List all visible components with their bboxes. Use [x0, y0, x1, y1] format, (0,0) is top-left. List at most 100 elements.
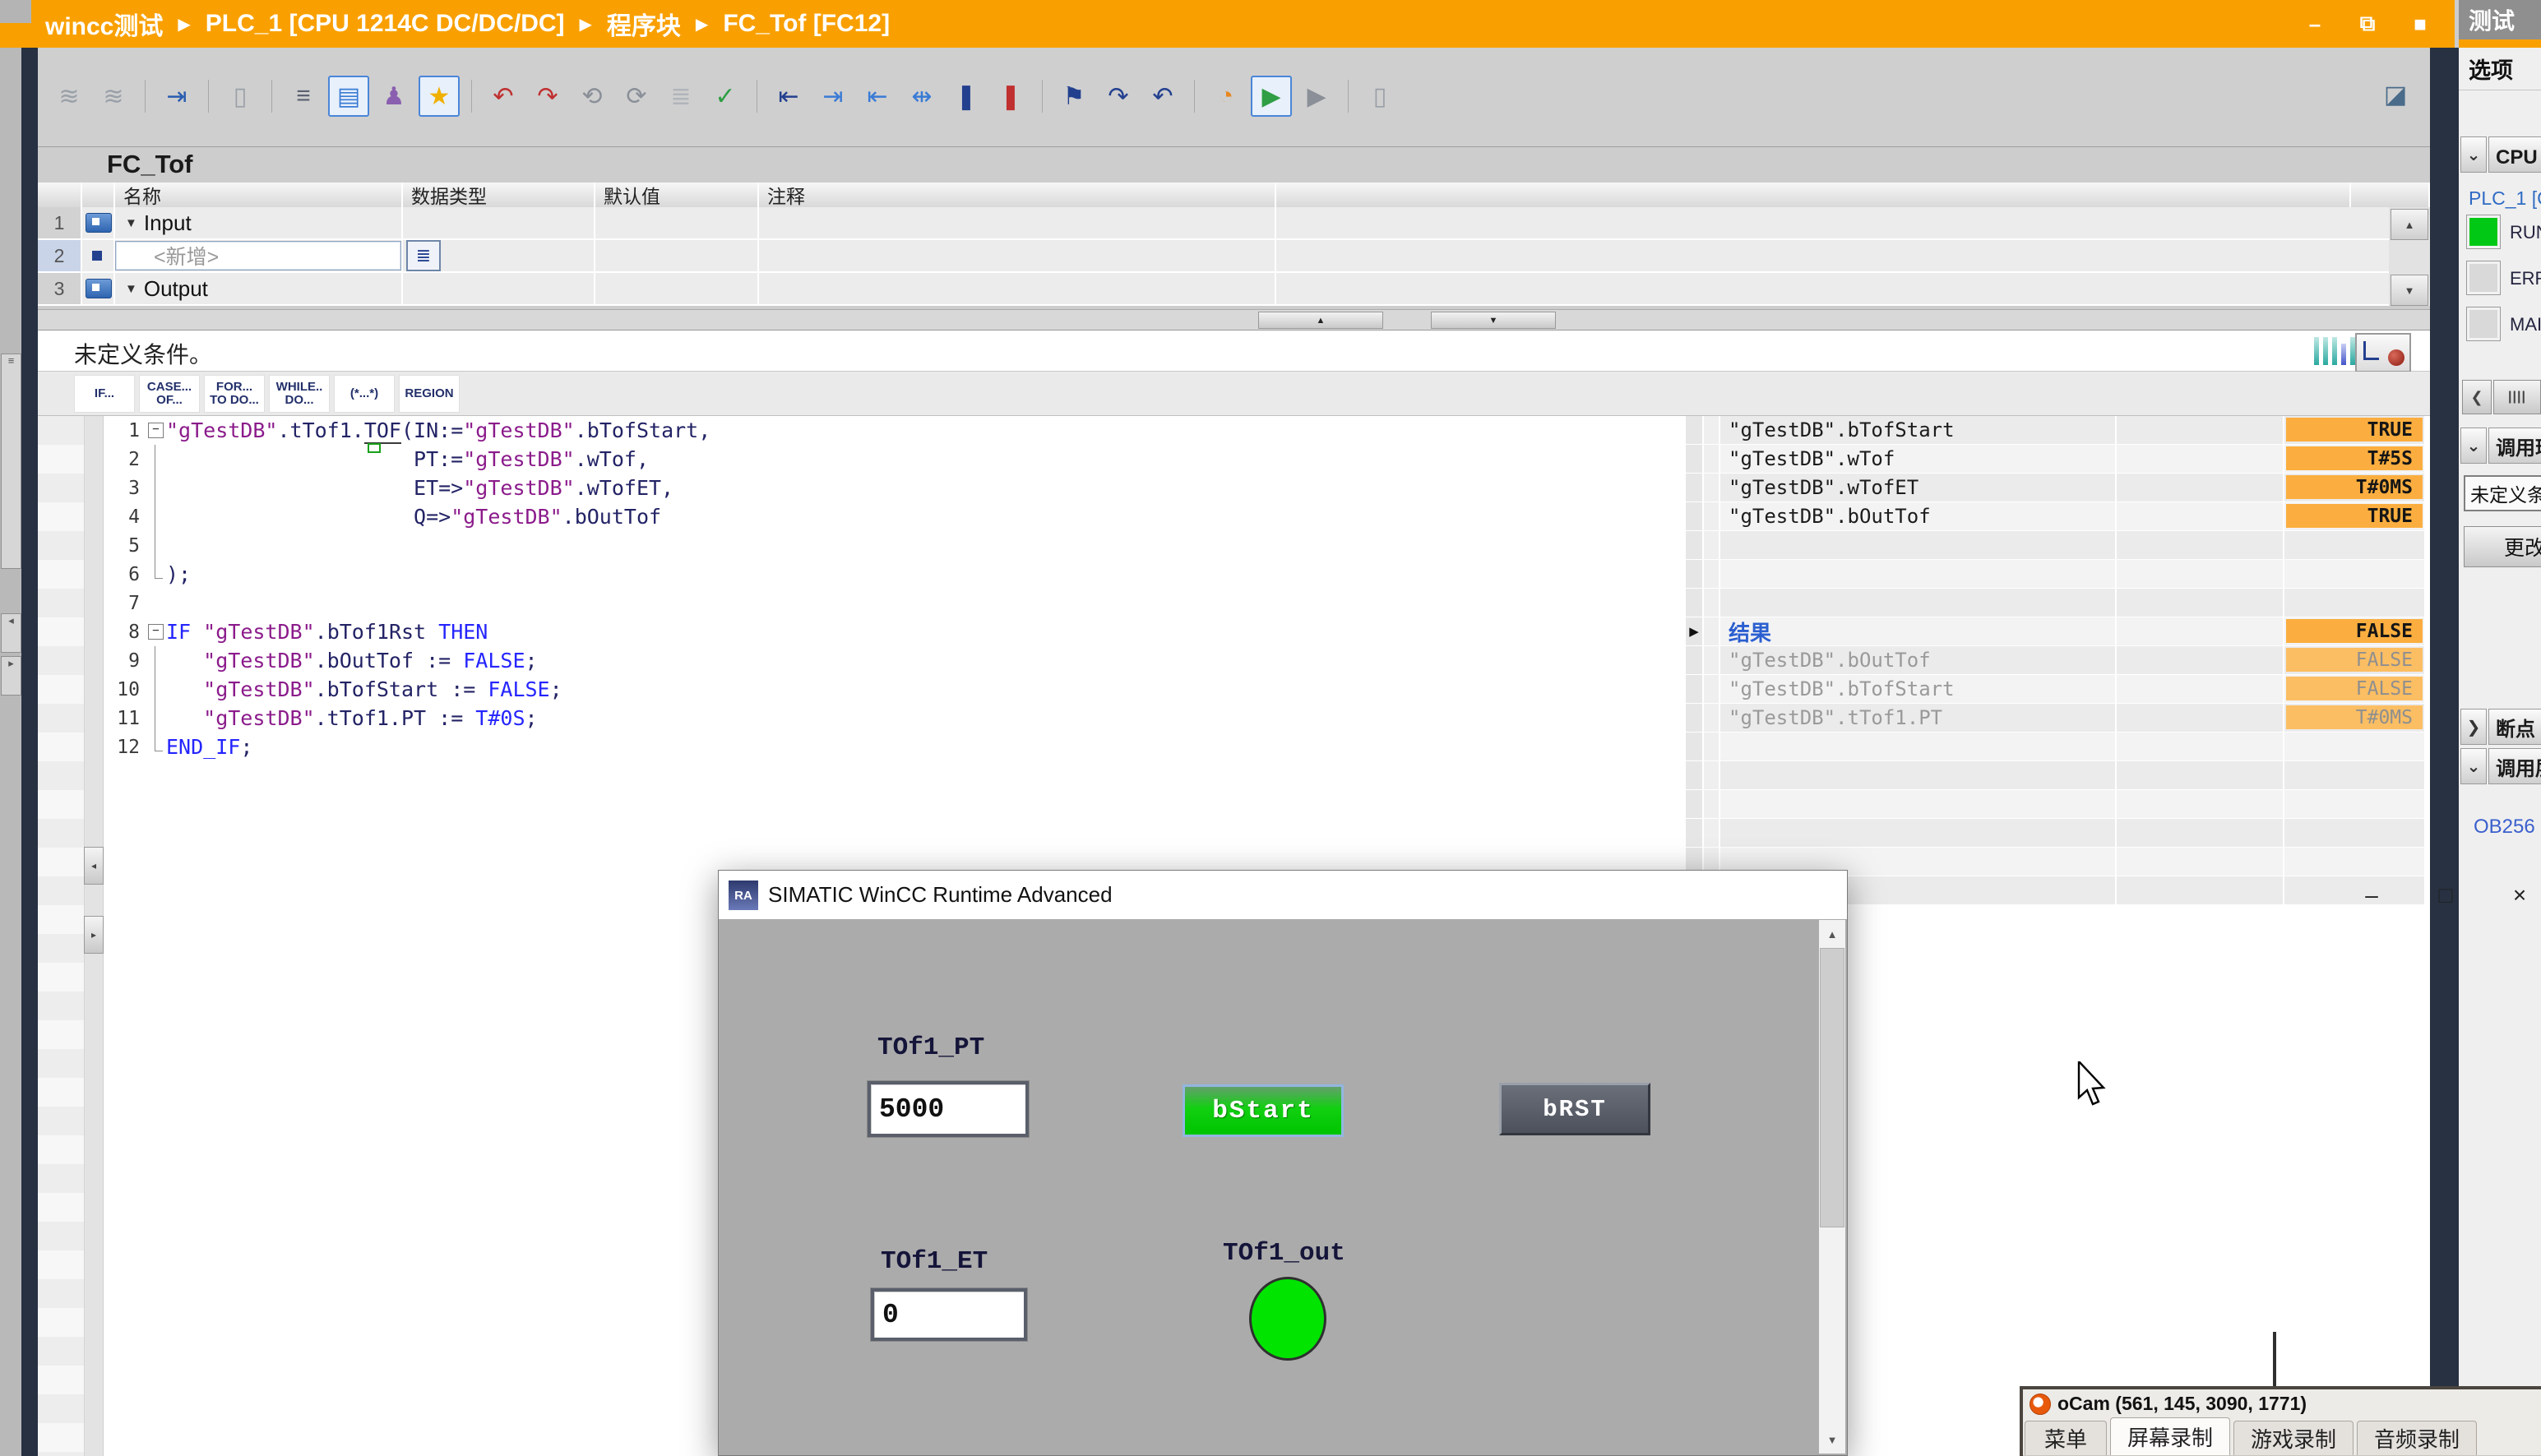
prev-bookmark-icon[interactable]: ↶ [1143, 76, 1183, 116]
wincc-close-button[interactable]: × [2491, 871, 2541, 919]
watch-row[interactable] [1686, 761, 2426, 790]
name-cell[interactable]: <新增> [115, 240, 403, 271]
watch-row[interactable]: "gTestDB".bTofStartFALSE [1686, 675, 2426, 704]
table-row[interactable]: 1▼Input [38, 207, 2430, 240]
left-rail-tab[interactable]: ≡ [1, 354, 21, 569]
tof1-et-input[interactable]: 0 [871, 1288, 1027, 1341]
breadcrumb-item[interactable]: 程序块 [607, 6, 681, 42]
snippet-button[interactable]: IF... [74, 375, 135, 413]
table-row[interactable]: 2<新增>≣ [38, 240, 2430, 273]
breadcrumb-item[interactable]: FC_Tof [FC12] [723, 10, 890, 38]
watch-row[interactable] [1686, 733, 2426, 761]
absolute-operands-icon[interactable]: ❚ [947, 76, 986, 116]
code-line[interactable]: 9 "gTestDB".bOutTof := FALSE; [104, 646, 1715, 675]
expand-arrow-icon[interactable]: ▼ [125, 216, 137, 230]
watch-row[interactable]: "gTestDB".bTofStartTRUE [1686, 416, 2426, 445]
unindent-icon[interactable]: ⇤ [858, 76, 897, 116]
scroll-down-button[interactable]: ▼ [2391, 275, 2428, 306]
snippet-button[interactable]: REGION [399, 375, 460, 413]
watch-row[interactable] [1686, 819, 2426, 848]
watch-row[interactable] [1686, 531, 2426, 560]
maximize-button[interactable]: ■ [2408, 12, 2432, 37]
watch-row[interactable]: "gTestDB".tTof1.PTT#0MS [1686, 704, 2426, 733]
panel-collapse-button[interactable]: ❮ [2462, 380, 2492, 414]
keep-actual-values-icon[interactable]: ⇥ [157, 76, 197, 116]
change-button[interactable]: 更改 [2464, 526, 2541, 567]
snippet-button[interactable]: WHILE.. DO... [269, 375, 330, 413]
insert-segment-alt-icon[interactable]: ≋ [94, 76, 133, 116]
watch-row[interactable]: "gTestDB".bOutTofFALSE [1686, 646, 2426, 675]
wincc-title-bar[interactable]: RA SIMATIC WinCC Runtime Advanced – □ × [719, 871, 1847, 920]
code-line[interactable]: 12END_IF; [104, 733, 1715, 761]
go-online-compare-icon[interactable]: ◔ [1206, 76, 1246, 116]
call-environment-section-header[interactable]: ⌄ 调用环境 [2460, 428, 2541, 464]
user-administration-icon[interactable]: ♟ [374, 76, 414, 116]
code-line[interactable]: 11 "gTestDB".tTof1.PT := T#0S; [104, 704, 1715, 733]
monitoring-on-icon[interactable]: ▶ [1251, 76, 1292, 117]
bstart-button[interactable]: bStart [1183, 1084, 1344, 1137]
reject-icon[interactable]: ↷ [528, 76, 567, 116]
left-rail-collapse[interactable]: ◂ [1, 613, 21, 653]
code-line[interactable]: 4 Q=>"gTestDB".bOutTof [104, 502, 1715, 531]
upload-icon[interactable]: ⟲ [572, 76, 612, 116]
name-cell[interactable]: ▼Input [115, 207, 403, 238]
table-row[interactable]: 3▼Output [38, 273, 2430, 306]
new-variable-input[interactable]: <新增> [115, 241, 401, 270]
watch-row[interactable] [1686, 560, 2426, 589]
datatype-picker-button[interactable]: ≣ [406, 240, 441, 271]
ocam-tab[interactable]: 游戏录制 [2233, 1421, 2354, 1455]
default-value-cell[interactable] [595, 273, 759, 304]
default-value-cell[interactable] [595, 240, 759, 271]
column-header[interactable]: 数据类型 [403, 183, 595, 207]
comment-cell[interactable] [759, 207, 1276, 238]
ocam-tab[interactable]: 菜单 [2025, 1421, 2107, 1455]
left-rail-expand[interactable]: ▸ [1, 656, 21, 696]
column-header[interactable]: 默认值 [595, 183, 759, 207]
code-line[interactable]: 5 [104, 531, 1715, 560]
scroll-down-button[interactable]: ▼ [1819, 1426, 1845, 1454]
wincc-maximize-button[interactable]: □ [2417, 871, 2474, 919]
gutter-splitter[interactable]: ◂ ▸ [85, 416, 104, 1456]
comment-toggle-icon[interactable]: ❚ [991, 76, 1030, 116]
indent-icon[interactable]: ⇥ [813, 76, 853, 116]
watch-row[interactable]: ▶结果FALSE [1686, 617, 2426, 646]
compare-lines-icon[interactable]: ≣ [661, 76, 701, 116]
compile-check-icon[interactable]: ✓ [706, 76, 745, 116]
brst-button[interactable]: bRST [1499, 1083, 1650, 1135]
code-line[interactable]: 2 PT:="gTestDB".wTof, [104, 445, 1715, 474]
favorites-icon[interactable]: ★ [419, 76, 460, 117]
watch-row[interactable]: "gTestDB".wTofETT#0MS [1686, 474, 2426, 502]
gutter-scroll-right-button[interactable]: ▸ [84, 916, 104, 954]
code-line[interactable]: 6); [104, 560, 1715, 589]
fold-collapse-icon[interactable]: − [148, 423, 164, 438]
datatype-cell[interactable] [403, 273, 595, 304]
tof1-pt-input[interactable]: 5000 [868, 1081, 1029, 1137]
restore-button[interactable]: ⧉ [2355, 11, 2380, 37]
breadcrumb-item[interactable]: wincc测试 [45, 6, 163, 42]
splitter-collapse-up-button[interactable]: ▲ [1258, 312, 1383, 329]
ocam-tab[interactable]: 音频录制 [2357, 1421, 2477, 1455]
fold-collapse-icon[interactable]: − [148, 624, 164, 640]
outdent-icon[interactable]: ⇤ [769, 76, 808, 116]
block-structure-icon[interactable]: ≡ [284, 76, 323, 116]
wincc-minimize-button[interactable]: – [2343, 871, 2400, 919]
wincc-scrollbar[interactable]: ▲ ▼ [1819, 920, 1845, 1454]
call-condition-box[interactable]: 未定义条件 [2464, 475, 2541, 511]
comment-cell[interactable] [759, 273, 1276, 304]
cpu-panel-section-header[interactable]: ⌄ CPU 操作面板 [2460, 136, 2541, 173]
insert-segment-icon[interactable]: ≋ [49, 76, 89, 116]
download-icon[interactable]: ⟳ [617, 76, 656, 116]
discard-changes-icon[interactable]: ↶ [484, 76, 523, 116]
expand-arrow-icon[interactable]: ▼ [125, 282, 137, 296]
watch-row[interactable]: "gTestDB".bOutTofTRUE [1686, 502, 2426, 531]
snippet-button[interactable]: FOR... TO DO... [204, 375, 265, 413]
snippet-button[interactable]: (*...*) [334, 375, 395, 413]
code-line[interactable]: 8−IF "gTestDB".bTof1Rst THEN [104, 617, 1715, 646]
minimize-button[interactable]: – [2303, 12, 2327, 37]
bookmark-icon[interactable]: ⚑ [1054, 76, 1094, 116]
format-code-icon[interactable]: ⇹ [902, 76, 942, 116]
code-line[interactable]: 3 ET=>"gTestDB".wTofET, [104, 474, 1715, 502]
watch-row[interactable] [1686, 589, 2426, 617]
breadcrumb-item[interactable]: PLC_1 [CPU 1214C DC/DC/DC] [206, 10, 565, 38]
interface-scrollbar[interactable]: ▲ ▼ [2389, 207, 2430, 306]
